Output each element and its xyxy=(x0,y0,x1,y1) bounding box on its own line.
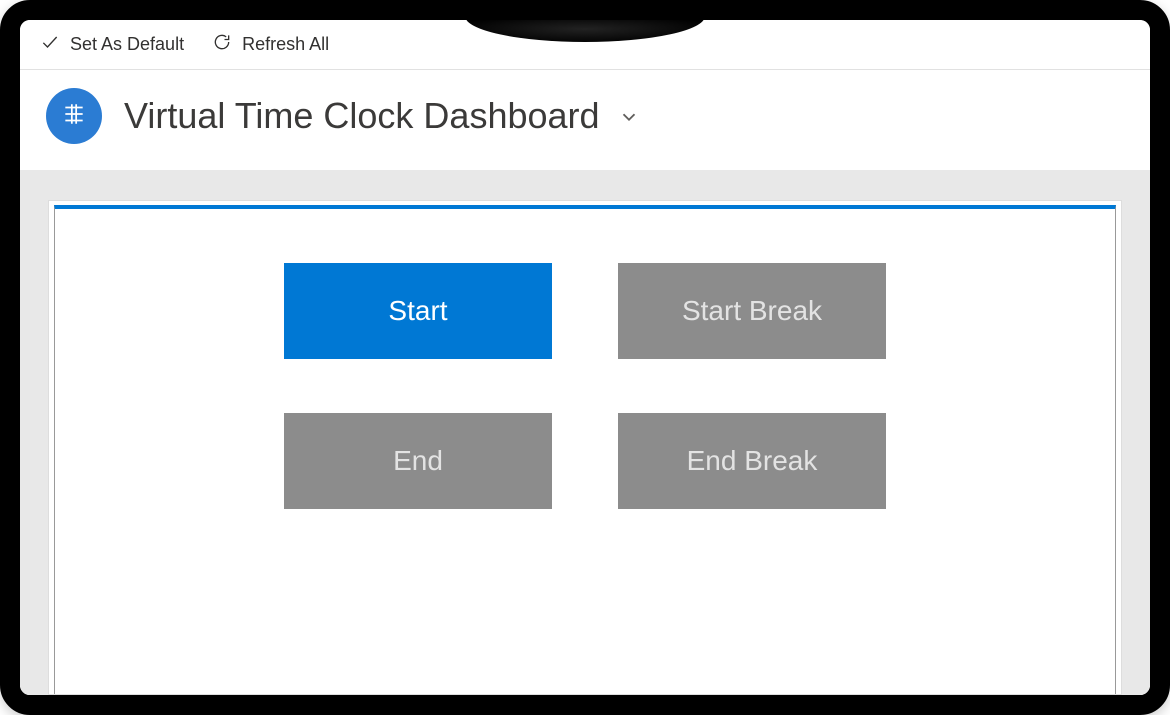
page-header: Virtual Time Clock Dashboard xyxy=(20,70,1150,170)
device-frame: Set As Default Refresh All xyxy=(0,0,1170,715)
dashboard-panel: Start Start Break End End Break xyxy=(48,200,1122,695)
refresh-all-label: Refresh All xyxy=(242,34,329,55)
dashboard-icon xyxy=(61,101,87,132)
dashboard-avatar xyxy=(46,88,102,144)
start-button[interactable]: Start xyxy=(284,263,552,359)
set-as-default-label: Set As Default xyxy=(70,34,184,55)
set-as-default-button[interactable]: Set As Default xyxy=(40,32,184,57)
dashboard-panel-inner: Start Start Break End End Break xyxy=(54,205,1116,694)
end-break-button[interactable]: End Break xyxy=(618,413,886,509)
content-area: Start Start Break End End Break xyxy=(20,170,1150,695)
refresh-icon xyxy=(212,32,232,57)
check-icon xyxy=(40,32,60,57)
action-button-grid: Start Start Break End End Break xyxy=(115,263,1055,509)
start-break-button[interactable]: Start Break xyxy=(618,263,886,359)
end-button[interactable]: End xyxy=(284,413,552,509)
page-title: Virtual Time Clock Dashboard xyxy=(124,95,600,137)
page-title-dropdown[interactable]: Virtual Time Clock Dashboard xyxy=(124,95,640,137)
app-screen: Set As Default Refresh All xyxy=(20,20,1150,695)
refresh-all-button[interactable]: Refresh All xyxy=(212,32,329,57)
chevron-down-icon xyxy=(618,95,640,137)
